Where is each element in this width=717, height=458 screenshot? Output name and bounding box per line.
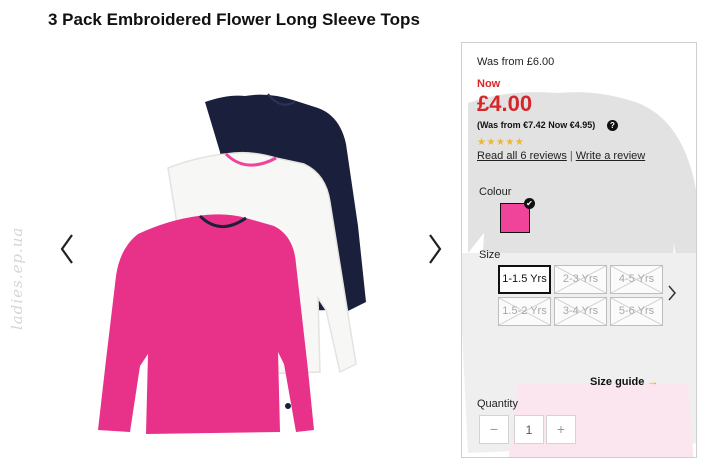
size-option-2-3[interactable]: 2-3 Yrs [554, 265, 607, 294]
product-info-panel: Was from £6.00 Now £4.00 (Was from €7.42… [461, 42, 697, 458]
euro-price-note: (Was from €7.42 Now €4.95) [477, 120, 596, 130]
help-icon[interactable]: ? [607, 120, 618, 131]
quantity-label: Quantity [477, 398, 518, 410]
size-option-1-1-5[interactable]: 1-1.5 Yrs [498, 265, 551, 294]
size-option-5-6[interactable]: 5-6 Yrs [610, 297, 663, 326]
gallery-prev-arrow[interactable] [55, 229, 77, 269]
size-option-label: 1-1.5 Yrs [502, 273, 547, 285]
size-option-3-4[interactable]: 3-4 Yrs [554, 297, 607, 326]
size-option-label: 5-6 Yrs [618, 305, 655, 317]
arrow-right-icon: → [647, 376, 659, 388]
chevron-right-icon[interactable] [666, 283, 678, 303]
reviews-links: Read all 6 reviews | Write a review [477, 150, 645, 162]
size-option-4-5[interactable]: 4-5 Yrs [610, 265, 663, 294]
read-reviews-link[interactable]: Read all 6 reviews [477, 150, 567, 162]
current-price: £4.00 [477, 91, 533, 116]
quantity-minus-button[interactable]: − [479, 415, 509, 444]
size-guide-label: Size guide [590, 376, 645, 388]
size-label: Size [479, 249, 501, 261]
size-option-label: 3-4 Yrs [562, 305, 599, 317]
product-title: 3 Pack Embroidered Flower Long Sleeve To… [48, 10, 420, 29]
size-option-label: 1.5-2 Yrs [502, 305, 547, 317]
rating-stars: ★★★★★ [477, 137, 525, 148]
write-review-link[interactable]: Write a review [576, 150, 645, 162]
size-option-label: 4-5 Yrs [618, 273, 655, 285]
check-icon: ✔ [524, 198, 535, 209]
size-guide-link[interactable]: Size guide → [590, 376, 658, 388]
size-option-1-5-2[interactable]: 1.5-2 Yrs [498, 297, 551, 326]
quantity-plus-button[interactable]: + [546, 415, 576, 444]
quantity-input[interactable] [514, 415, 544, 444]
gallery-next-arrow[interactable] [425, 229, 447, 269]
size-option-label: 2-3 Yrs [562, 273, 599, 285]
reviews-separator: | [569, 150, 573, 162]
pink-top [98, 214, 314, 434]
watermark: ladies.ep.ua [8, 226, 26, 330]
now-label: Now [477, 78, 501, 90]
colour-label: Colour [479, 186, 512, 198]
product-image[interactable] [50, 80, 450, 450]
was-from-price: Was from £6.00 [477, 56, 555, 68]
